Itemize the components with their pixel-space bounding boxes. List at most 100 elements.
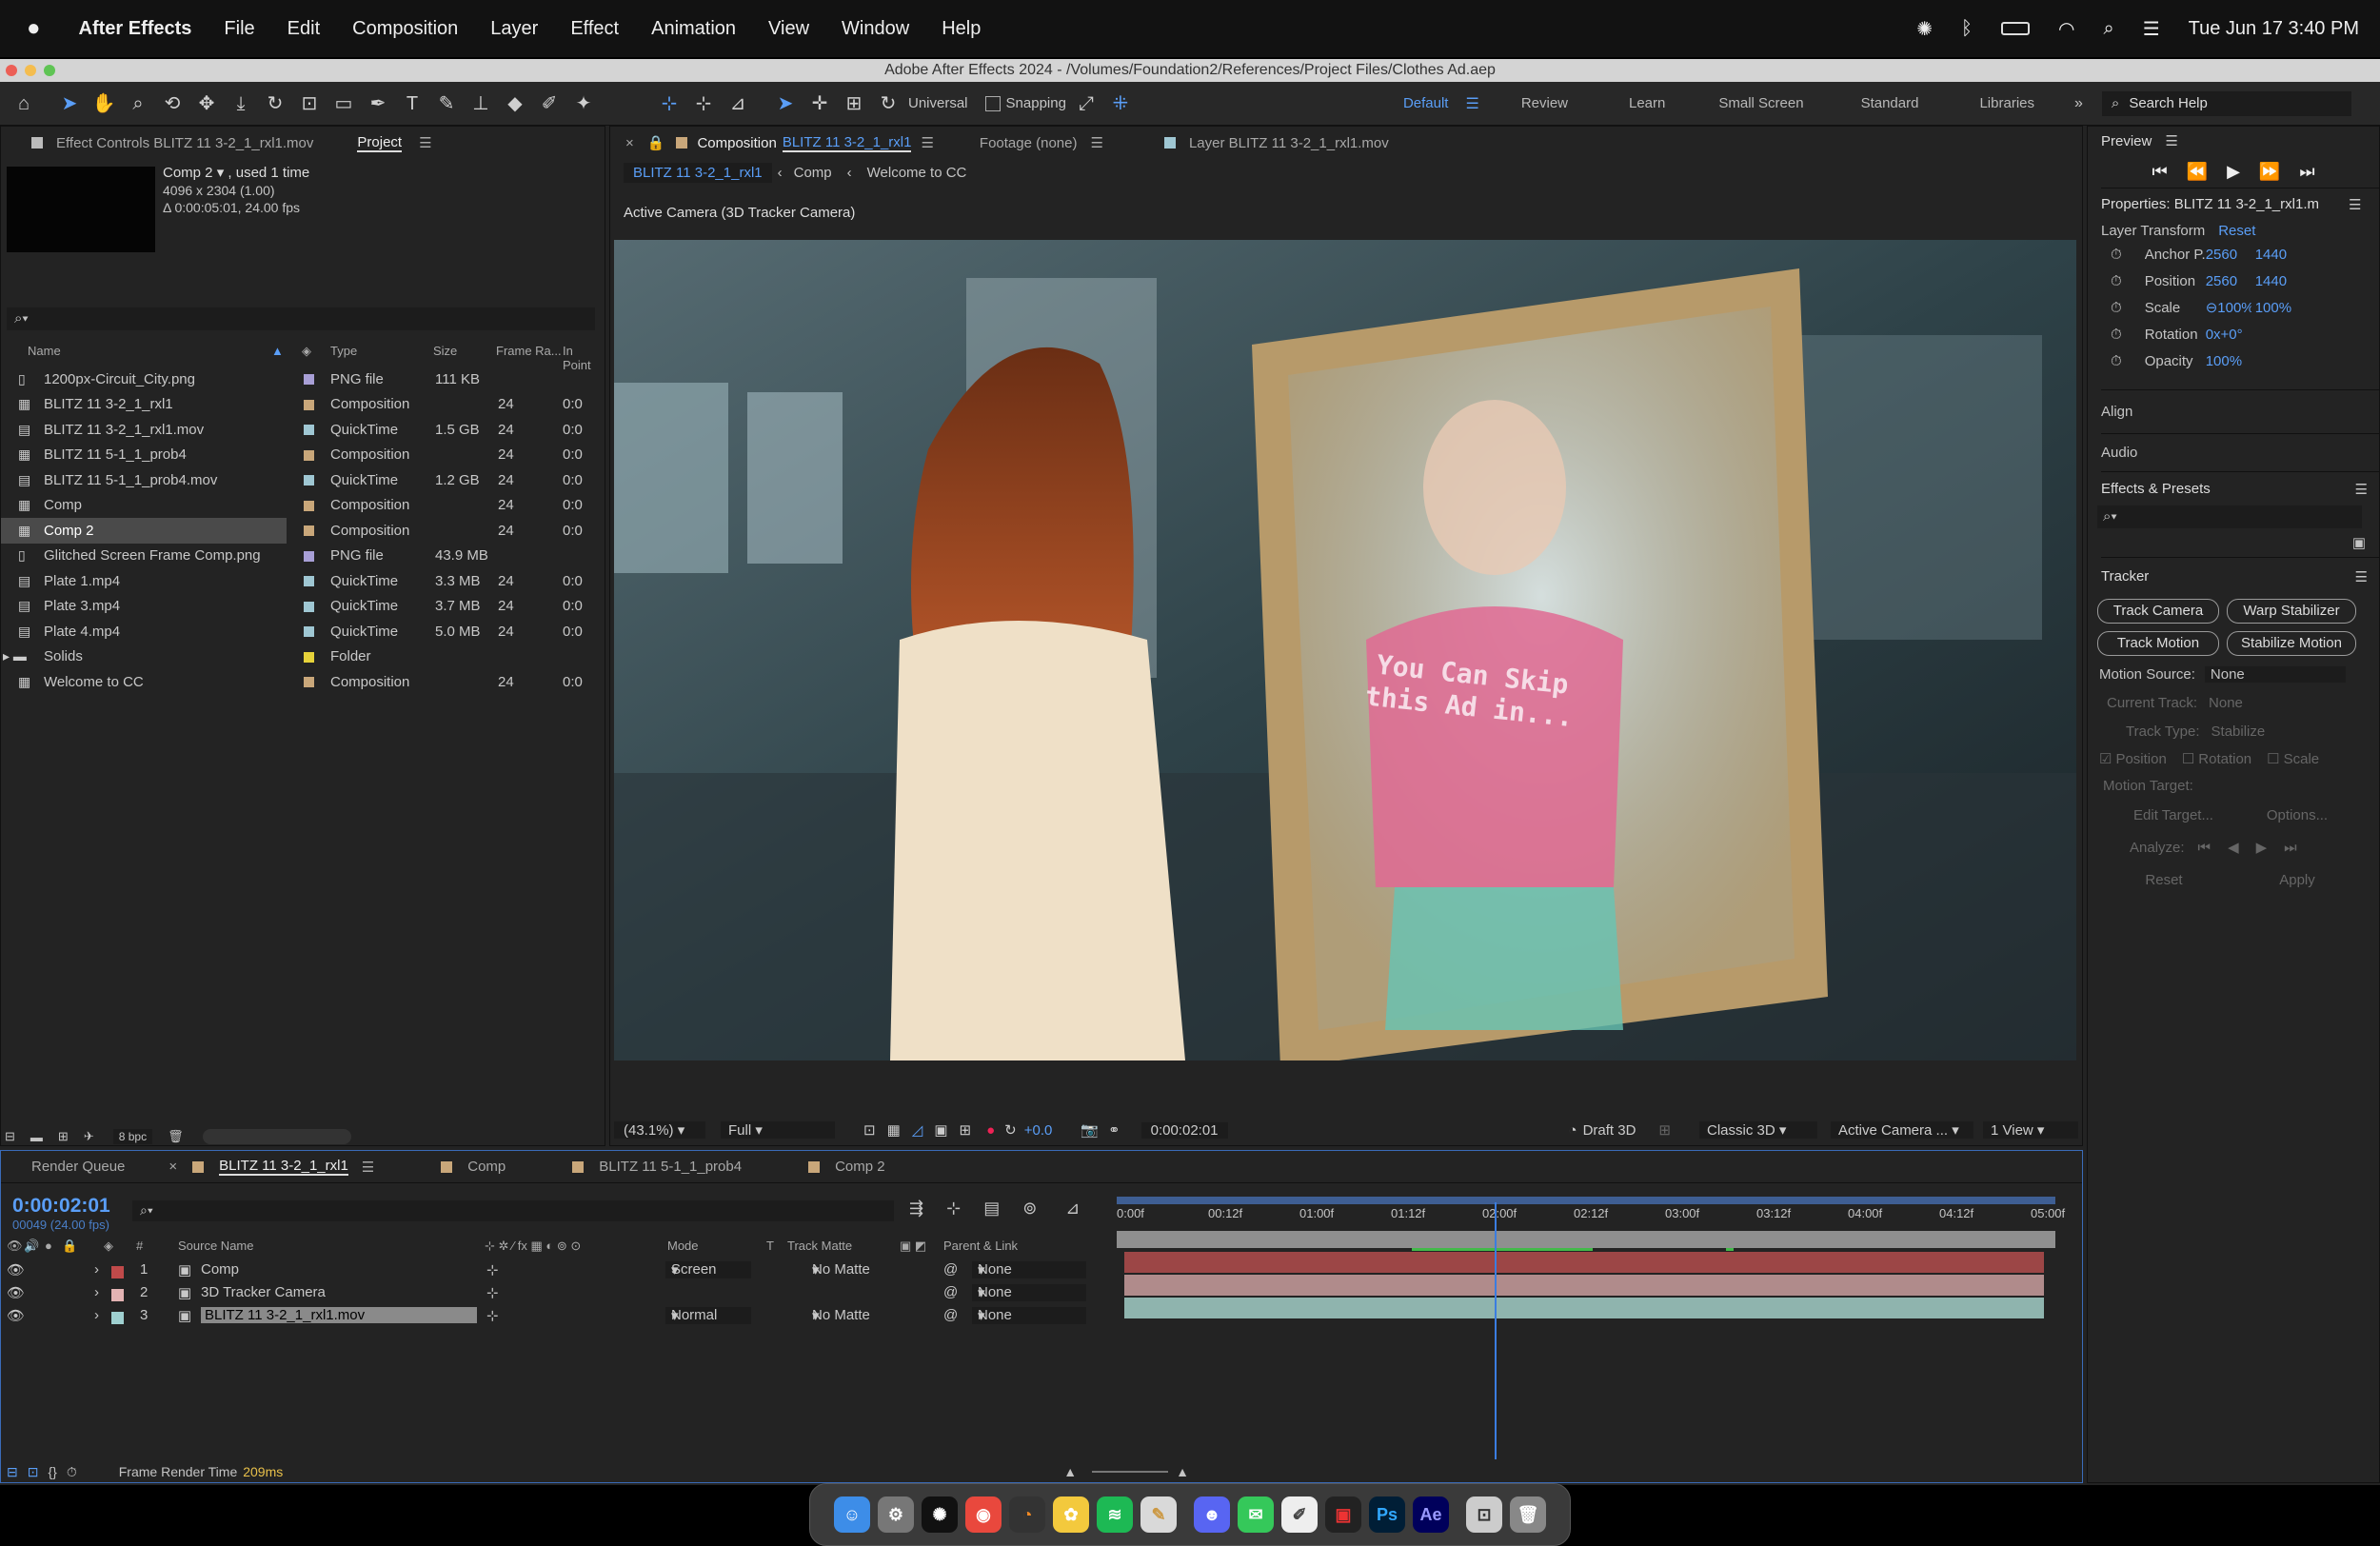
label-swatch[interactable] <box>304 601 314 612</box>
property-value-2[interactable]: 1440 <box>2255 247 2293 263</box>
extended-viewer-icon[interactable]: ⊞ <box>1658 1121 1671 1139</box>
project-item[interactable]: ▦ BLITZ 11 5-1_1_prob4 Composition 24 0:0 <box>1 443 601 468</box>
effects-presets-title[interactable]: Effects & Presets <box>2101 481 2211 497</box>
parent-dropdown[interactable]: None ▾ <box>972 1307 1086 1324</box>
menu-effect[interactable]: Effect <box>570 18 619 40</box>
hand-tool-icon[interactable]: ✋ <box>89 89 118 118</box>
close-window-button[interactable] <box>6 65 17 76</box>
draft-3d-icon[interactable]: ◔ <box>1569 1122 1577 1139</box>
minimize-window-button[interactable] <box>25 65 36 76</box>
transparency-grid-icon[interactable]: ▦ <box>887 1121 901 1139</box>
col-name[interactable]: Name <box>28 344 61 358</box>
expand-arrow-icon[interactable]: › <box>94 1307 99 1323</box>
control-center-icon[interactable]: ☰ <box>2143 17 2160 41</box>
label-swatch[interactable] <box>304 449 314 461</box>
property-value-1[interactable]: 0x+0° <box>2206 327 2251 343</box>
grid-options-icon[interactable]: ⊞ <box>960 1121 972 1139</box>
bluetooth-icon[interactable]: ᛒ <box>1961 18 1973 40</box>
rectangle-tool-icon[interactable]: ▭ <box>329 89 358 118</box>
transfer-controls-icon[interactable]: ⊡ <box>28 1464 39 1480</box>
comp-mini-flowchart-icon[interactable]: ⇶ <box>909 1199 923 1219</box>
property-value-1[interactable]: ⊖100% <box>2206 299 2251 316</box>
snapping-checkbox[interactable] <box>984 95 1001 111</box>
delete-icon[interactable]: 🗑 <box>168 1129 184 1144</box>
effects-search[interactable]: ⌕▾ <box>2097 505 2362 528</box>
script-editor-icon[interactable]: ✐ <box>1281 1496 1318 1533</box>
close-tab-icon[interactable]: × <box>625 135 634 151</box>
3d-select-tool-icon[interactable]: ➤ <box>771 89 800 118</box>
camera-dropdown[interactable]: Active Camera ... ▾ <box>1831 1121 1973 1139</box>
new-preset-icon[interactable]: ▣ <box>2352 535 2366 551</box>
type-tool-icon[interactable]: T <box>398 89 426 118</box>
tab-layer[interactable]: Layer BLITZ 11 3-2_1_rxl1.mov <box>1189 135 1389 151</box>
tracker-menu-icon[interactable]: ☰ <box>2355 568 2368 585</box>
chrome-icon[interactable]: ◉ <box>965 1496 1002 1533</box>
label-swatch[interactable] <box>304 475 314 486</box>
playhead[interactable] <box>1494 1202 1497 1459</box>
zoom-window-button[interactable] <box>44 65 55 76</box>
layer-row[interactable]: 👁 › 2 ▣ 3D Tracker Camera ⊹ @ None ▾ <box>1 1284 1115 1307</box>
roto-brush-tool-icon[interactable]: ✐ <box>535 89 564 118</box>
snapshot-icon[interactable]: 📷 <box>1081 1121 1099 1139</box>
pan-tool-icon[interactable]: ✥ <box>192 89 221 118</box>
brush-tool-icon[interactable]: ✎ <box>432 89 461 118</box>
renderer-dropdown[interactable]: Classic 3D ▾ <box>1699 1121 1817 1139</box>
toolkit-icon[interactable]: ▣ <box>1325 1496 1361 1533</box>
reset-exposure-icon[interactable]: ↻ <box>1004 1121 1017 1139</box>
timeline-tab[interactable]: BLITZ 11 5-1_1_prob4 <box>599 1159 742 1175</box>
adjust-settings-icon[interactable]: ✈ <box>84 1129 94 1144</box>
layer-label-swatch[interactable] <box>111 1289 124 1301</box>
timeline-area[interactable]: 0:00f 00:12f 01:00f 01:12f 02:00f 02:12f 03:00… <box>1117 1193 2065 1469</box>
project-item[interactable]: ▯ 1200px-Circuit_City.png PNG file 111 KB <box>1 367 601 392</box>
tab-effect-controls[interactable]: Effect Controls BLITZ 11 3-2_1_rxl1.mov <box>56 135 313 151</box>
prev-frame-icon[interactable]: ⏪ <box>2187 162 2208 182</box>
view-layout-dropdown[interactable]: 1 View ▾ <box>1983 1121 2078 1139</box>
openai-status-icon[interactable]: ✺ <box>1916 17 1933 41</box>
workspace-default[interactable]: Default <box>1403 95 1449 111</box>
puppet-tool-icon[interactable]: ✦ <box>569 89 598 118</box>
audio-panel-title[interactable]: Audio <box>2101 445 2137 461</box>
photos-icon[interactable]: ✿ <box>1053 1496 1089 1533</box>
layer-row[interactable]: 👁 › 3 ▣ BLITZ 11 3-2_1_rxl1.mov ⊹ Normal ▾ No M… <box>1 1307 1115 1330</box>
menu-animation[interactable]: Animation <box>651 18 736 40</box>
mask-visibility-icon[interactable]: ◿ <box>912 1121 923 1139</box>
layer-duration-bar[interactable] <box>1124 1298 2044 1318</box>
show-snapshot-icon[interactable]: ⚭ <box>1108 1121 1121 1139</box>
parent-dropdown[interactable]: None ▾ <box>972 1261 1086 1278</box>
timeline-search[interactable]: ⌕▾ <box>132 1200 894 1221</box>
region-interest-icon[interactable]: ⊡ <box>863 1121 876 1139</box>
layer-duration-bar[interactable] <box>1124 1275 2044 1296</box>
pen-tool-icon[interactable]: ✒ <box>364 89 392 118</box>
apple-icon[interactable]: ● <box>27 15 41 42</box>
settings-icon[interactable]: ⚙ <box>878 1496 914 1533</box>
crumb-comp[interactable]: Comp <box>794 165 832 181</box>
expand-arrow-icon[interactable]: › <box>94 1284 99 1300</box>
property-value-1[interactable]: 2560 <box>2206 247 2251 263</box>
stopwatch-icon[interactable]: ⏱ <box>2111 247 2122 263</box>
after-effects-icon[interactable]: Ae <box>1413 1496 1449 1533</box>
project-item[interactable]: ▤ Plate 3.mp4 QuickTime 3.7 MB 24 0:0 <box>1 594 601 620</box>
timeline-timecode[interactable]: 0:00:02:01 <box>12 1195 110 1218</box>
pick-whip-icon[interactable]: @ <box>943 1284 958 1300</box>
new-folder-icon[interactable]: ▬ <box>30 1130 43 1144</box>
clone-stamp-tool-icon[interactable]: ⊥ <box>466 89 495 118</box>
stabilize-motion-button[interactable]: Stabilize Motion <box>2227 631 2356 656</box>
solo-toggle-icon[interactable]: ● <box>45 1239 52 1253</box>
layer-switch-icon[interactable]: ⊹ <box>486 1284 499 1301</box>
mode-dropdown[interactable]: Screen ▾ <box>665 1261 751 1278</box>
property-value-1[interactable]: 100% <box>2206 353 2251 369</box>
col-size[interactable]: Size <box>433 344 457 358</box>
label-swatch[interactable] <box>304 425 314 435</box>
col-source-name[interactable]: Source Name <box>178 1239 253 1253</box>
project-item[interactable]: ▤ BLITZ 11 5-1_1_prob4.mov QuickTime 1.2 GB… <box>1 467 601 493</box>
comp-menu-icon[interactable]: ☰ <box>921 134 933 151</box>
motion-source-dropdown[interactable]: None <box>2204 665 2346 683</box>
effects-menu-icon[interactable]: ☰ <box>2355 481 2368 498</box>
workspace-review[interactable]: Review <box>1521 95 1568 111</box>
photoshop-icon[interactable]: Ps <box>1369 1496 1405 1533</box>
property-value-2[interactable]: 100% <box>2255 300 2293 316</box>
expand-arrow-icon[interactable]: › <box>94 1261 99 1278</box>
orbit-tool-icon[interactable]: ⟲ <box>158 89 187 118</box>
local-axis-icon[interactable]: ⊹ <box>655 89 684 118</box>
tab-composition-prefix[interactable]: Composition <box>697 135 776 151</box>
